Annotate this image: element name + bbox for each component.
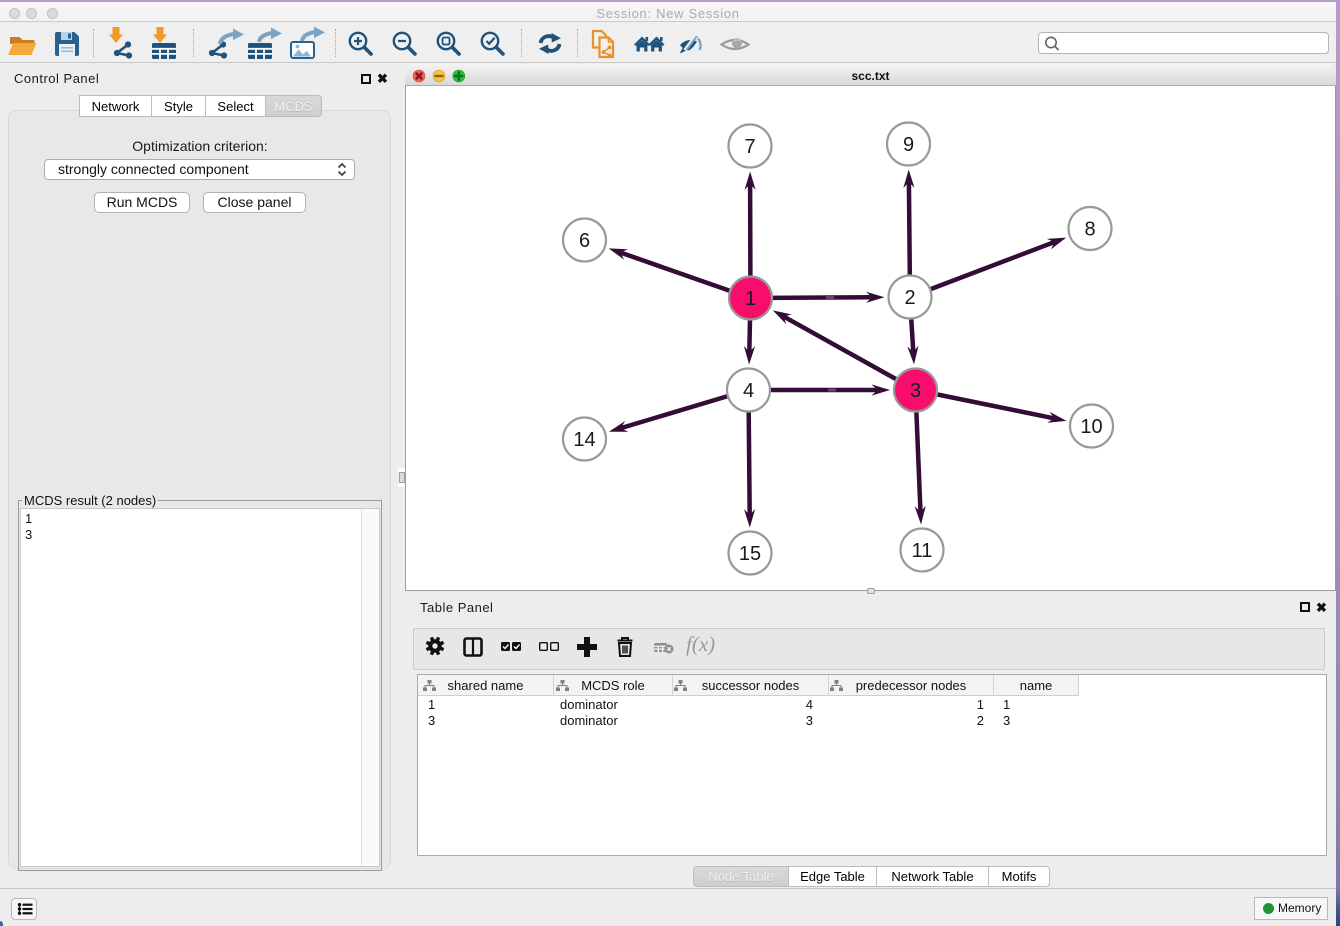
svg-text:7: 7: [744, 136, 755, 158]
svg-text:2: 2: [904, 287, 915, 309]
svg-text:4: 4: [743, 380, 754, 402]
svg-text:10: 10: [1080, 416, 1102, 438]
svg-text:8: 8: [1084, 219, 1095, 241]
svg-text:11: 11: [912, 540, 933, 562]
svg-text:3: 3: [910, 380, 921, 402]
svg-text:1: 1: [745, 288, 756, 310]
svg-text:6: 6: [579, 230, 590, 252]
svg-text:9: 9: [903, 134, 914, 156]
svg-text:15: 15: [739, 543, 761, 565]
svg-text:14: 14: [573, 429, 595, 451]
